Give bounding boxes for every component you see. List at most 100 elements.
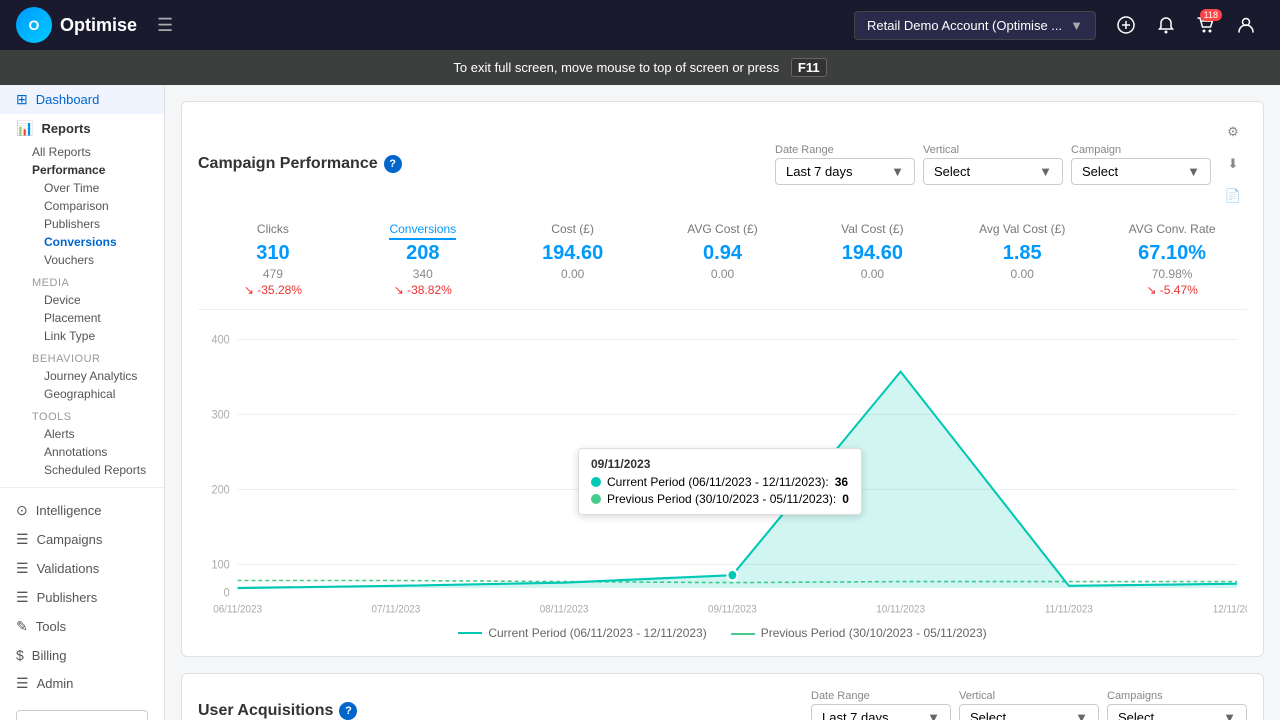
- svg-text:200: 200: [212, 484, 230, 496]
- sidebar-item-annotations[interactable]: Annotations: [0, 443, 164, 461]
- legend-current-label: Current Period (06/11/2023 - 12/11/2023): [488, 626, 706, 640]
- stat-clicks: Clicks 310 479 ↘ -35.28%: [198, 222, 348, 297]
- sidebar-item-dashboard[interactable]: ⊞ Dashboard: [0, 85, 164, 114]
- user-profile-button[interactable]: [1228, 7, 1264, 43]
- stat-avg-cost-prev: 0.00: [648, 267, 798, 281]
- sidebar-section-behaviour: Behaviour: [0, 345, 164, 367]
- sidebar-item-all-reports[interactable]: All Reports: [0, 143, 164, 161]
- sidebar-section-tools-sub: Tools: [0, 403, 164, 425]
- ua-date-range-label: Date Range: [811, 690, 951, 702]
- sidebar-item-over-time[interactable]: Over Time: [0, 179, 164, 197]
- tooltip-current-value: 36: [835, 475, 848, 489]
- sidebar-item-geographical[interactable]: Geographical: [0, 385, 164, 403]
- stat-conv-rate-change: ↘ -5.47%: [1097, 283, 1247, 297]
- ua-vertical-control: Vertical Select ▼: [959, 690, 1099, 720]
- sidebar-item-scheduled-reports[interactable]: Scheduled Reports: [0, 461, 164, 479]
- language-selector[interactable]: English (UK): [16, 710, 148, 720]
- campaign-performance-help[interactable]: ?: [384, 155, 402, 173]
- user-acquisitions-title-text: User Acquisitions: [198, 702, 333, 720]
- ua-vertical-dropdown[interactable]: Select ▼: [959, 704, 1099, 720]
- sidebar-item-conversions[interactable]: Conversions: [0, 233, 164, 251]
- tooltip-prev-dot: [591, 494, 601, 504]
- user-acquisitions-title: User Acquisitions ?: [198, 702, 357, 720]
- dashboard-icon: ⊞: [16, 91, 28, 108]
- sidebar-validations-label: Validations: [37, 561, 100, 576]
- fullscreen-banner: To exit full screen, move mouse to top o…: [0, 50, 1280, 85]
- settings-button[interactable]: ⚙: [1219, 118, 1247, 146]
- stat-conversions-label-text: Conversions: [389, 222, 456, 240]
- vertical-dropdown[interactable]: Select ▼: [923, 158, 1063, 185]
- sidebar-item-performance[interactable]: Performance: [0, 161, 164, 179]
- stat-avg-val-cost-prev: 0.00: [947, 267, 1097, 281]
- sidebar-item-campaigns[interactable]: ☰ Campaigns: [0, 525, 164, 554]
- svg-text:400: 400: [212, 334, 230, 346]
- svg-text:12/11/2023: 12/11/2023: [1213, 604, 1247, 615]
- svg-text:0: 0: [224, 587, 230, 599]
- stat-conv-rate: AVG Conv. Rate 67.10% 70.98% ↘ -5.47%: [1097, 222, 1247, 297]
- date-range-dropdown[interactable]: Last 7 days ▼: [775, 158, 915, 185]
- campaign-performance-title-text: Campaign Performance: [198, 155, 378, 173]
- cart-button[interactable]: 118: [1188, 7, 1224, 43]
- sidebar-item-reports[interactable]: 📊 Reports: [0, 114, 164, 143]
- tooltip-current-label: Current Period (06/11/2023 - 12/11/2023)…: [607, 475, 829, 489]
- vertical-arrow: ▼: [1039, 164, 1052, 179]
- nav-icon-group: 118: [1108, 7, 1264, 43]
- sidebar-item-admin[interactable]: ☰ Admin: [0, 669, 164, 698]
- tooltip-prev-item: Previous Period (30/10/2023 - 05/11/2023…: [591, 492, 849, 506]
- sidebar-item-link-type[interactable]: Link Type: [0, 327, 164, 345]
- sidebar-item-vouchers[interactable]: Vouchers: [0, 251, 164, 269]
- intelligence-icon: ⊙: [16, 502, 28, 519]
- campaign-value: Select: [1082, 164, 1118, 179]
- sidebar-item-placement[interactable]: Placement: [0, 309, 164, 327]
- validations-icon: ☰: [16, 560, 29, 577]
- legend-previous: Previous Period (30/10/2023 - 05/11/2023…: [731, 626, 987, 640]
- sidebar-publishers-label: Publishers: [37, 590, 98, 605]
- user-acquisitions-help[interactable]: ?: [339, 702, 357, 720]
- billing-icon: $: [16, 647, 24, 663]
- sidebar-item-device[interactable]: Device: [0, 291, 164, 309]
- publishers-icon: ☰: [16, 589, 29, 606]
- sidebar-item-intelligence[interactable]: ⊙ Intelligence: [0, 496, 164, 525]
- sidebar-item-validations[interactable]: ☰ Validations: [0, 554, 164, 583]
- ua-date-range-dropdown[interactable]: Last 7 days ▼: [811, 704, 951, 720]
- campaign-dropdown[interactable]: Select ▼: [1071, 158, 1211, 185]
- notifications-button[interactable]: [1148, 7, 1184, 43]
- sidebar-item-publishers-report[interactable]: Publishers: [0, 215, 164, 233]
- sidebar-item-comparison[interactable]: Comparison: [0, 197, 164, 215]
- stat-val-cost-current: 194.60: [797, 242, 947, 265]
- download-button[interactable]: ⬇: [1219, 150, 1247, 178]
- logo-icon: O: [16, 7, 52, 43]
- svg-text:08/11/2023: 08/11/2023: [540, 604, 589, 615]
- user-acquisitions-header: User Acquisitions ? Date Range Last 7 da…: [198, 690, 1247, 720]
- tooltip-current-item: Current Period (06/11/2023 - 12/11/2023)…: [591, 475, 849, 489]
- stats-row: Clicks 310 479 ↘ -35.28% Conversions 208…: [198, 222, 1247, 310]
- sidebar-billing-label: Billing: [32, 648, 67, 663]
- ua-campaigns-label: Campaigns: [1107, 690, 1247, 702]
- fullscreen-message: To exit full screen, move mouse to top o…: [453, 60, 779, 75]
- export-button[interactable]: 📄: [1219, 182, 1247, 210]
- stat-conversions-prev: 340: [348, 267, 498, 281]
- tooltip-prev-label: Previous Period (30/10/2023 - 05/11/2023…: [607, 492, 836, 506]
- sidebar-item-billing[interactable]: $ Billing: [0, 641, 164, 669]
- sidebar-item-alerts[interactable]: Alerts: [0, 425, 164, 443]
- chart-tooltip: 09/11/2023 Current Period (06/11/2023 - …: [578, 448, 862, 515]
- tools-icon: ✎: [16, 618, 28, 635]
- sidebar-item-journey-analytics[interactable]: Journey Analytics: [0, 367, 164, 385]
- stat-avg-cost-current: 0.94: [648, 242, 798, 265]
- date-range-label: Date Range: [775, 144, 915, 156]
- sidebar-campaigns-label: Campaigns: [37, 532, 103, 547]
- stat-conv-rate-prev: 70.98%: [1097, 267, 1247, 281]
- ua-campaigns-dropdown[interactable]: Select ▼: [1107, 704, 1247, 720]
- sidebar-item-publishers[interactable]: ☰ Publishers: [0, 583, 164, 612]
- sidebar-item-tools[interactable]: ✎ Tools: [0, 612, 164, 641]
- top-navigation: O Optimise ☰ Retail Demo Account (Optimi…: [0, 0, 1280, 50]
- vertical-value: Select: [934, 164, 970, 179]
- legend-current: Current Period (06/11/2023 - 12/11/2023): [458, 626, 706, 640]
- svg-text:10/11/2023: 10/11/2023: [876, 604, 925, 615]
- campaign-chart: 400 300 200 100 0 06/11/2023 07/11/2023 …: [198, 318, 1247, 618]
- stat-conversions: Conversions 208 340 ↘ -38.82%: [348, 222, 498, 297]
- hamburger-icon[interactable]: ☰: [157, 15, 173, 36]
- legend-previous-line: [731, 633, 755, 635]
- account-selector[interactable]: Retail Demo Account (Optimise ... ▼: [854, 11, 1096, 40]
- add-button[interactable]: [1108, 7, 1144, 43]
